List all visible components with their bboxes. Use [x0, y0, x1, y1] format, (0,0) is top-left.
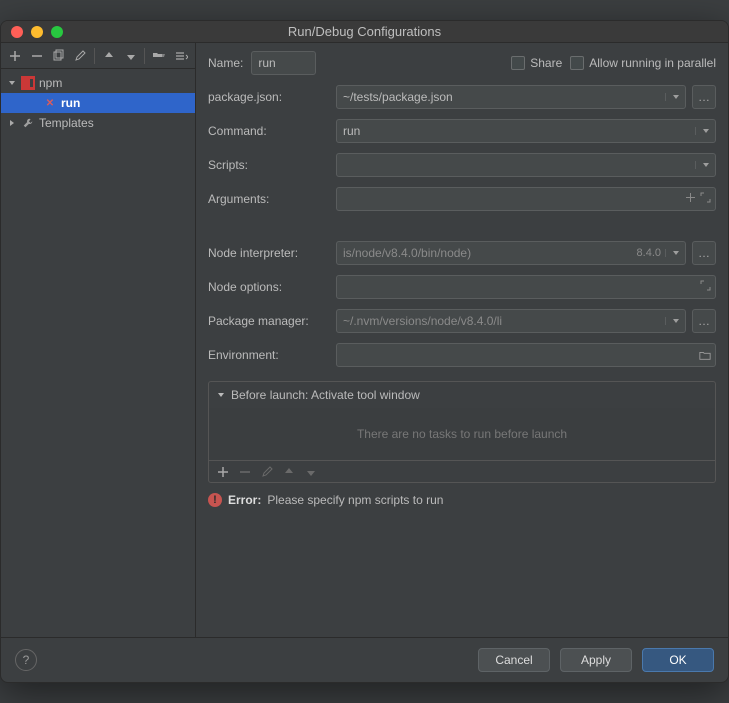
- footer: ? Cancel Apply OK: [1, 638, 728, 682]
- before-launch-toolbar: [209, 460, 715, 482]
- npm-icon: [21, 76, 35, 90]
- tree-node-templates[interactable]: Templates: [1, 113, 195, 133]
- error-row: ! Error: Please specify npm scripts to r…: [208, 483, 716, 511]
- expand-list-button[interactable]: [171, 46, 191, 66]
- add-task-button[interactable]: [213, 462, 233, 482]
- parallel-label: Allow running in parallel: [589, 56, 716, 70]
- expand-icon[interactable]: [700, 192, 711, 206]
- node-options-label: Node options:: [208, 280, 326, 294]
- share-label: Share: [530, 56, 562, 70]
- arguments-label: Arguments:: [208, 192, 326, 206]
- tree-node-label: Templates: [39, 116, 94, 130]
- task-up-button: [279, 462, 299, 482]
- chevron-down-icon: [665, 93, 685, 101]
- before-launch-panel: Before launch: Activate tool window Ther…: [208, 381, 716, 483]
- share-checkbox[interactable]: Share: [511, 56, 562, 70]
- browse-package-json-button[interactable]: …: [692, 85, 716, 109]
- arguments-input[interactable]: [336, 187, 716, 211]
- sidebar-toolbar: [1, 43, 195, 69]
- window-title: Run/Debug Configurations: [1, 24, 728, 39]
- node-version-badge: 8.4.0: [637, 247, 665, 259]
- task-down-button: [301, 462, 321, 482]
- edit-task-button: [257, 462, 277, 482]
- node-interpreter-label: Node interpreter:: [208, 246, 326, 260]
- toolbar-separator: [94, 48, 95, 64]
- environment-input[interactable]: [336, 343, 716, 367]
- tree-node-label: npm: [39, 76, 62, 90]
- browse-package-manager-button[interactable]: …: [692, 309, 716, 333]
- name-label: Name:: [208, 56, 243, 70]
- before-launch-header[interactable]: Before launch: Activate tool window: [209, 382, 715, 408]
- name-input[interactable]: [251, 51, 316, 75]
- node-interpreter-combo[interactable]: is/node/v8.4.0/bin/node) 8.4.0: [336, 241, 686, 265]
- environment-label: Environment:: [208, 348, 326, 362]
- command-label: Command:: [208, 124, 326, 138]
- tree-node-run[interactable]: ✕ run: [1, 93, 195, 113]
- chevron-down-icon: [695, 127, 715, 135]
- package-manager-combo[interactable]: ~/.nvm/versions/node/v8.4.0/li: [336, 309, 686, 333]
- config-tree[interactable]: npm ✕ run Templates: [1, 69, 195, 637]
- plus-icon[interactable]: [685, 192, 696, 206]
- chevron-right-icon: [7, 119, 17, 127]
- scripts-label: Scripts:: [208, 158, 326, 172]
- apply-button[interactable]: Apply: [560, 648, 632, 672]
- main-panel: Name: Share Allow running in parallel pa…: [196, 43, 728, 637]
- folder-icon[interactable]: [695, 349, 715, 361]
- ok-button[interactable]: OK: [642, 648, 714, 672]
- chevron-down-icon: [217, 388, 225, 402]
- add-config-button[interactable]: [5, 46, 25, 66]
- content: npm ✕ run Templates: [1, 43, 728, 682]
- node-options-input[interactable]: [336, 275, 716, 299]
- move-up-button[interactable]: [99, 46, 119, 66]
- expand-icon[interactable]: [700, 280, 711, 294]
- tree-node-label: run: [61, 96, 80, 110]
- package-manager-label: Package manager:: [208, 314, 326, 328]
- checkbox-icon: [570, 56, 584, 70]
- node-interpreter-value: is/node/v8.4.0/bin/node): [337, 246, 637, 260]
- minimize-window-button[interactable]: [31, 26, 43, 38]
- cancel-button[interactable]: Cancel: [478, 648, 550, 672]
- chevron-down-icon: [665, 249, 685, 257]
- copy-config-button[interactable]: [49, 46, 69, 66]
- error-label: Error:: [228, 493, 261, 507]
- edit-defaults-button[interactable]: [70, 46, 90, 66]
- error-message: Please specify npm scripts to run: [267, 493, 443, 507]
- toolbar-separator: [144, 48, 145, 64]
- name-row: Name: Share Allow running in parallel: [208, 51, 716, 75]
- package-json-combo[interactable]: ~/tests/package.json: [336, 85, 686, 109]
- before-launch-empty-text: There are no tasks to run before launch: [209, 408, 715, 460]
- tree-node-npm[interactable]: npm: [1, 73, 195, 93]
- top-panel: npm ✕ run Templates: [1, 43, 728, 638]
- package-manager-value: ~/.nvm/versions/node/v8.4.0/li: [337, 314, 665, 328]
- parallel-checkbox[interactable]: Allow running in parallel: [570, 56, 716, 70]
- folder-button[interactable]: [149, 46, 169, 66]
- before-launch-title: Before launch: Activate tool window: [231, 388, 420, 402]
- run-debug-configurations-dialog: Run/Debug Configurations: [0, 20, 729, 683]
- traffic-lights: [1, 26, 63, 38]
- error-icon: ✕: [43, 96, 57, 110]
- help-button[interactable]: ?: [15, 649, 37, 671]
- scripts-combo[interactable]: [336, 153, 716, 177]
- chevron-down-icon: [695, 161, 715, 169]
- sidebar: npm ✕ run Templates: [1, 43, 196, 637]
- package-json-label: package.json:: [208, 90, 326, 104]
- remove-config-button[interactable]: [27, 46, 47, 66]
- maximize-window-button[interactable]: [51, 26, 63, 38]
- titlebar: Run/Debug Configurations: [1, 21, 728, 43]
- chevron-down-icon: [665, 317, 685, 325]
- wrench-icon: [21, 116, 35, 130]
- config-form: package.json: ~/tests/package.json … Com…: [208, 85, 716, 367]
- move-down-button[interactable]: [121, 46, 141, 66]
- command-value: run: [337, 124, 695, 138]
- command-combo[interactable]: run: [336, 119, 716, 143]
- browse-interpreter-button[interactable]: …: [692, 241, 716, 265]
- checkbox-icon: [511, 56, 525, 70]
- package-json-value: ~/tests/package.json: [337, 90, 665, 104]
- close-window-button[interactable]: [11, 26, 23, 38]
- remove-task-button: [235, 462, 255, 482]
- error-icon: !: [208, 493, 222, 507]
- chevron-down-icon: [7, 79, 17, 87]
